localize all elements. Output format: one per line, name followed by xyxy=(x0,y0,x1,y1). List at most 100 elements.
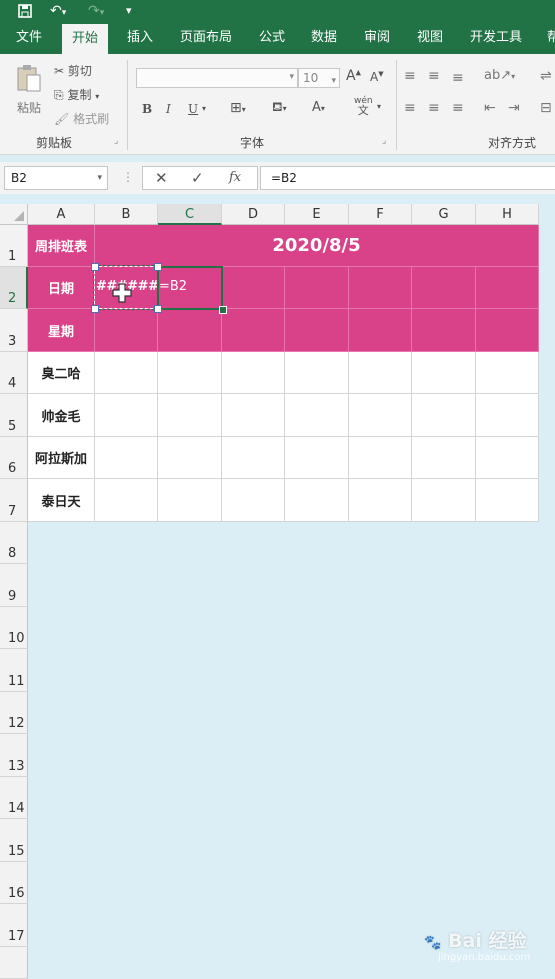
cell-e4[interactable] xyxy=(285,352,349,394)
decrease-indent-icon[interactable]: ⇤ xyxy=(484,100,496,116)
fill-color-button[interactable]: ⛾▾ xyxy=(272,100,287,117)
underline-dropdown-icon[interactable]: ▾ xyxy=(202,104,206,113)
align-middle-icon[interactable]: ≡ xyxy=(428,68,440,84)
shrink-font-button[interactable]: A▼ xyxy=(370,70,384,84)
cell-c3[interactable] xyxy=(158,309,222,352)
tab-developer[interactable]: 开发工具 xyxy=(470,22,522,54)
font-name-combo[interactable]: ▾ xyxy=(136,68,298,88)
formula-input[interactable]: =B2 xyxy=(260,166,555,190)
cell-g4[interactable] xyxy=(412,352,476,394)
row-header-14[interactable]: 14 xyxy=(0,777,28,819)
tab-formulas[interactable]: 公式 xyxy=(259,22,285,54)
tab-data[interactable]: 数据 xyxy=(311,22,337,54)
range-handle-icon[interactable] xyxy=(91,263,99,271)
cell-c5[interactable] xyxy=(158,394,222,437)
paste-button[interactable]: 粘贴 xyxy=(12,64,46,116)
cell-b7[interactable] xyxy=(95,479,158,522)
select-all-corner[interactable] xyxy=(0,204,28,225)
increase-indent-icon[interactable]: ⇥ xyxy=(508,100,520,116)
row-header-16[interactable]: 16 xyxy=(0,862,28,904)
cell-d3[interactable] xyxy=(222,309,285,352)
cell-a1[interactable]: 周排班表 xyxy=(28,225,95,267)
row-header-6[interactable]: 6 xyxy=(0,437,28,479)
cell-g7[interactable] xyxy=(412,479,476,522)
row-header-5[interactable]: 5 xyxy=(0,394,28,437)
border-button[interactable]: ⊞▾ xyxy=(230,100,246,116)
row-header-10[interactable]: 10 xyxy=(0,607,28,649)
row-header-1[interactable]: 1 xyxy=(0,225,28,267)
fill-handle[interactable] xyxy=(219,306,227,314)
insert-function-icon[interactable]: fx xyxy=(229,170,241,185)
row-header-18[interactable] xyxy=(0,947,28,979)
row-header-13[interactable]: 13 xyxy=(0,734,28,777)
row-header-15[interactable]: 15 xyxy=(0,819,28,862)
cell-h7[interactable] xyxy=(476,479,539,522)
phonetic-dropdown-icon[interactable]: ▾ xyxy=(377,102,381,111)
align-bottom-icon[interactable]: ≡ xyxy=(452,70,464,86)
tab-file[interactable]: 文件 xyxy=(16,22,42,54)
customize-qat-icon[interactable]: ▾ xyxy=(126,2,132,20)
cell-c4[interactable] xyxy=(158,352,222,394)
cell-h3[interactable] xyxy=(476,309,539,352)
cell-g2[interactable] xyxy=(412,267,476,309)
column-header-h[interactable]: H xyxy=(476,204,539,225)
cell-f2[interactable] xyxy=(349,267,412,309)
cell-a5[interactable]: 帅金毛 xyxy=(28,394,95,437)
cell-e6[interactable] xyxy=(285,437,349,479)
row-header-4[interactable]: 4 xyxy=(0,352,28,394)
orientation-icon[interactable]: ab↗▾ xyxy=(484,68,515,83)
align-top-icon[interactable]: ≡ xyxy=(404,68,416,84)
column-header-b[interactable]: B xyxy=(95,204,158,225)
cell-f5[interactable] xyxy=(349,394,412,437)
copy-button[interactable]: ⎘ 复制 ▾ xyxy=(54,86,99,103)
cell-f7[interactable] xyxy=(349,479,412,522)
cell-b3[interactable] xyxy=(95,309,158,352)
row-header-7[interactable]: 7 xyxy=(0,479,28,522)
cell-a4[interactable]: 臭二哈 xyxy=(28,352,95,394)
range-handle-icon[interactable] xyxy=(91,305,99,313)
cell-g3[interactable] xyxy=(412,309,476,352)
cell-c6[interactable] xyxy=(158,437,222,479)
cell-f4[interactable] xyxy=(349,352,412,394)
font-launcher-icon[interactable]: ⌟ xyxy=(382,136,386,146)
tab-page-layout[interactable]: 页面布局 xyxy=(180,22,232,54)
cancel-icon[interactable]: ✕ xyxy=(155,169,168,187)
underline-button[interactable]: U xyxy=(188,102,198,116)
cell-e7[interactable] xyxy=(285,479,349,522)
align-left-icon[interactable]: ≡ xyxy=(404,100,416,116)
cell-d6[interactable] xyxy=(222,437,285,479)
cell-g6[interactable] xyxy=(412,437,476,479)
column-header-a[interactable]: A xyxy=(28,204,95,225)
cell-a2[interactable]: 日期 xyxy=(28,267,95,309)
italic-button[interactable]: I xyxy=(166,102,171,116)
cell-e3[interactable] xyxy=(285,309,349,352)
row-header-17[interactable]: 17 xyxy=(0,904,28,947)
undo-icon[interactable]: ↶▾ xyxy=(50,2,66,20)
cell-d7[interactable] xyxy=(222,479,285,522)
tab-insert[interactable]: 插入 xyxy=(127,22,153,54)
bold-button[interactable]: B xyxy=(142,102,152,116)
cell-h5[interactable] xyxy=(476,394,539,437)
column-header-f[interactable]: F xyxy=(349,204,412,225)
cell-b6[interactable] xyxy=(95,437,158,479)
cell-b5[interactable] xyxy=(95,394,158,437)
wrap-text-icon[interactable]: ⇌ xyxy=(540,68,552,84)
redo-icon[interactable]: ↷▾ xyxy=(88,2,104,20)
enter-icon[interactable]: ✓ xyxy=(191,169,204,187)
tab-home[interactable]: 开始 xyxy=(62,24,109,54)
clipboard-launcher-icon[interactable]: ⌟ xyxy=(114,136,118,146)
cell-b4[interactable] xyxy=(95,352,158,394)
font-size-combo[interactable]: 10 ▾ xyxy=(298,68,340,88)
cell-a3[interactable]: 星期 xyxy=(28,309,95,352)
cell-a7[interactable]: 泰日天 xyxy=(28,479,95,522)
cell-g5[interactable] xyxy=(412,394,476,437)
grow-font-button[interactable]: A▲ xyxy=(346,68,361,84)
cell-h2[interactable] xyxy=(476,267,539,309)
cell-c7[interactable] xyxy=(158,479,222,522)
cell-e5[interactable] xyxy=(285,394,349,437)
cell-d2[interactable] xyxy=(222,267,285,309)
cell-h6[interactable] xyxy=(476,437,539,479)
row-header-9[interactable]: 9 xyxy=(0,564,28,607)
column-header-e[interactable]: E xyxy=(285,204,349,225)
cell-d4[interactable] xyxy=(222,352,285,394)
